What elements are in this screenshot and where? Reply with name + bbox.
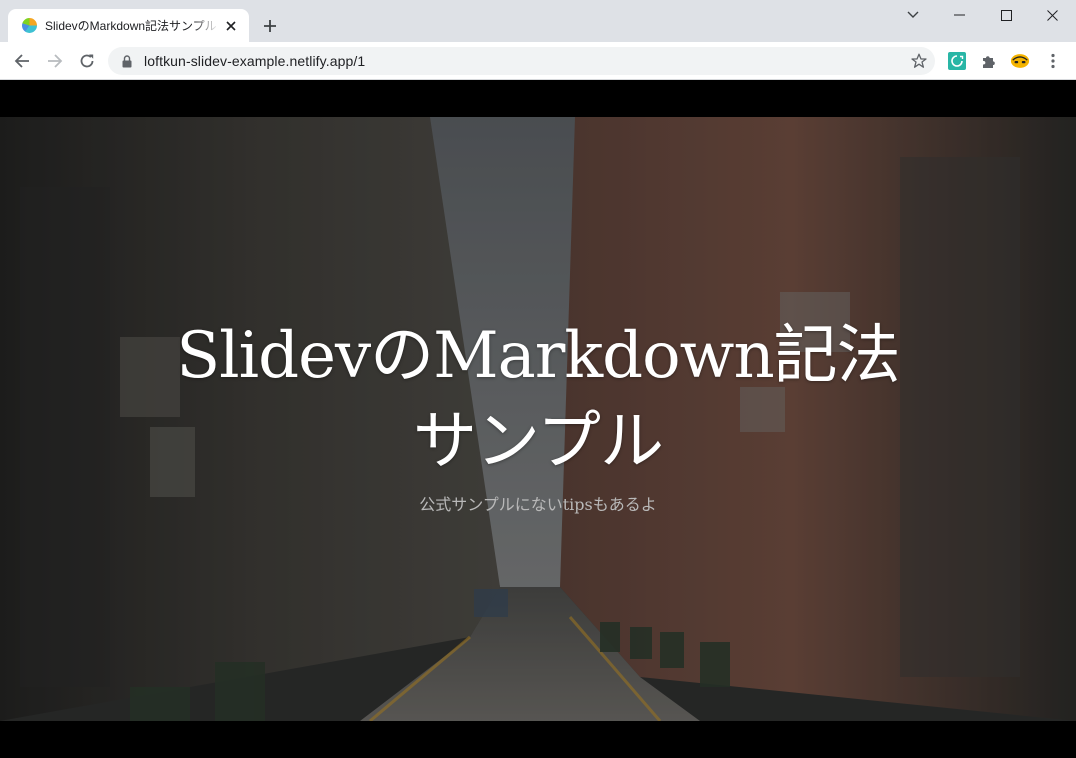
forward-button[interactable] <box>41 47 69 75</box>
bookmark-star-icon[interactable] <box>911 53 927 69</box>
slide-subtitle: 公式サンプルにないtipsもあるよ <box>419 495 657 514</box>
reload-button[interactable] <box>73 47 101 75</box>
lock-icon[interactable] <box>120 54 134 68</box>
slide[interactable]: SlidevのMarkdown記法 サンプル 公式サンプルにないtipsもあるよ <box>0 117 1076 721</box>
back-button[interactable] <box>8 47 36 75</box>
tab-close-icon[interactable] <box>223 18 239 34</box>
tab-search-button[interactable] <box>890 0 936 30</box>
url-text[interactable]: loftkun-slidev-example.netlify.app/1 <box>144 53 365 69</box>
slide-title: SlidevのMarkdown記法 サンプル <box>0 313 1076 485</box>
tab-title: SlidevのMarkdown記法サンプル - Slidev <box>45 19 219 33</box>
slide-title-line-1: SlidevのMarkdown記法 <box>176 319 900 393</box>
slide-title-line-2: サンプル <box>412 405 664 479</box>
puzzle-icon[interactable] <box>979 51 999 71</box>
minimize-button[interactable] <box>936 0 982 30</box>
browser-tab[interactable]: SlidevのMarkdown記法サンプル - Slidev <box>8 9 249 42</box>
forward-arrow-icon <box>48 54 63 68</box>
back-arrow-icon <box>14 54 29 68</box>
profile-avatar-icon[interactable] <box>1010 51 1030 71</box>
browser-titlebar: SlidevのMarkdown記法サンプル - Slidev <box>0 0 1076 42</box>
new-tab-button[interactable] <box>258 14 282 38</box>
close-window-button[interactable] <box>1029 0 1075 30</box>
site-favicon-icon <box>22 18 37 33</box>
browser-toolbar: loftkun-slidev-example.netlify.app/1 <box>0 42 1076 80</box>
plus-icon <box>264 20 276 32</box>
maximize-icon <box>1000 9 1012 21</box>
close-icon <box>1046 9 1058 21</box>
minimize-icon <box>953 14 965 16</box>
extension-icon[interactable] <box>947 51 967 71</box>
page-viewport: SlidevのMarkdown記法 サンプル 公式サンプルにないtipsもあるよ <box>0 81 1076 758</box>
maximize-button[interactable] <box>983 0 1029 30</box>
chevron-down-icon <box>907 11 919 18</box>
reload-icon <box>80 54 94 68</box>
kebab-menu-icon[interactable] <box>1043 51 1063 71</box>
address-bar[interactable]: loftkun-slidev-example.netlify.app/1 <box>108 47 935 75</box>
